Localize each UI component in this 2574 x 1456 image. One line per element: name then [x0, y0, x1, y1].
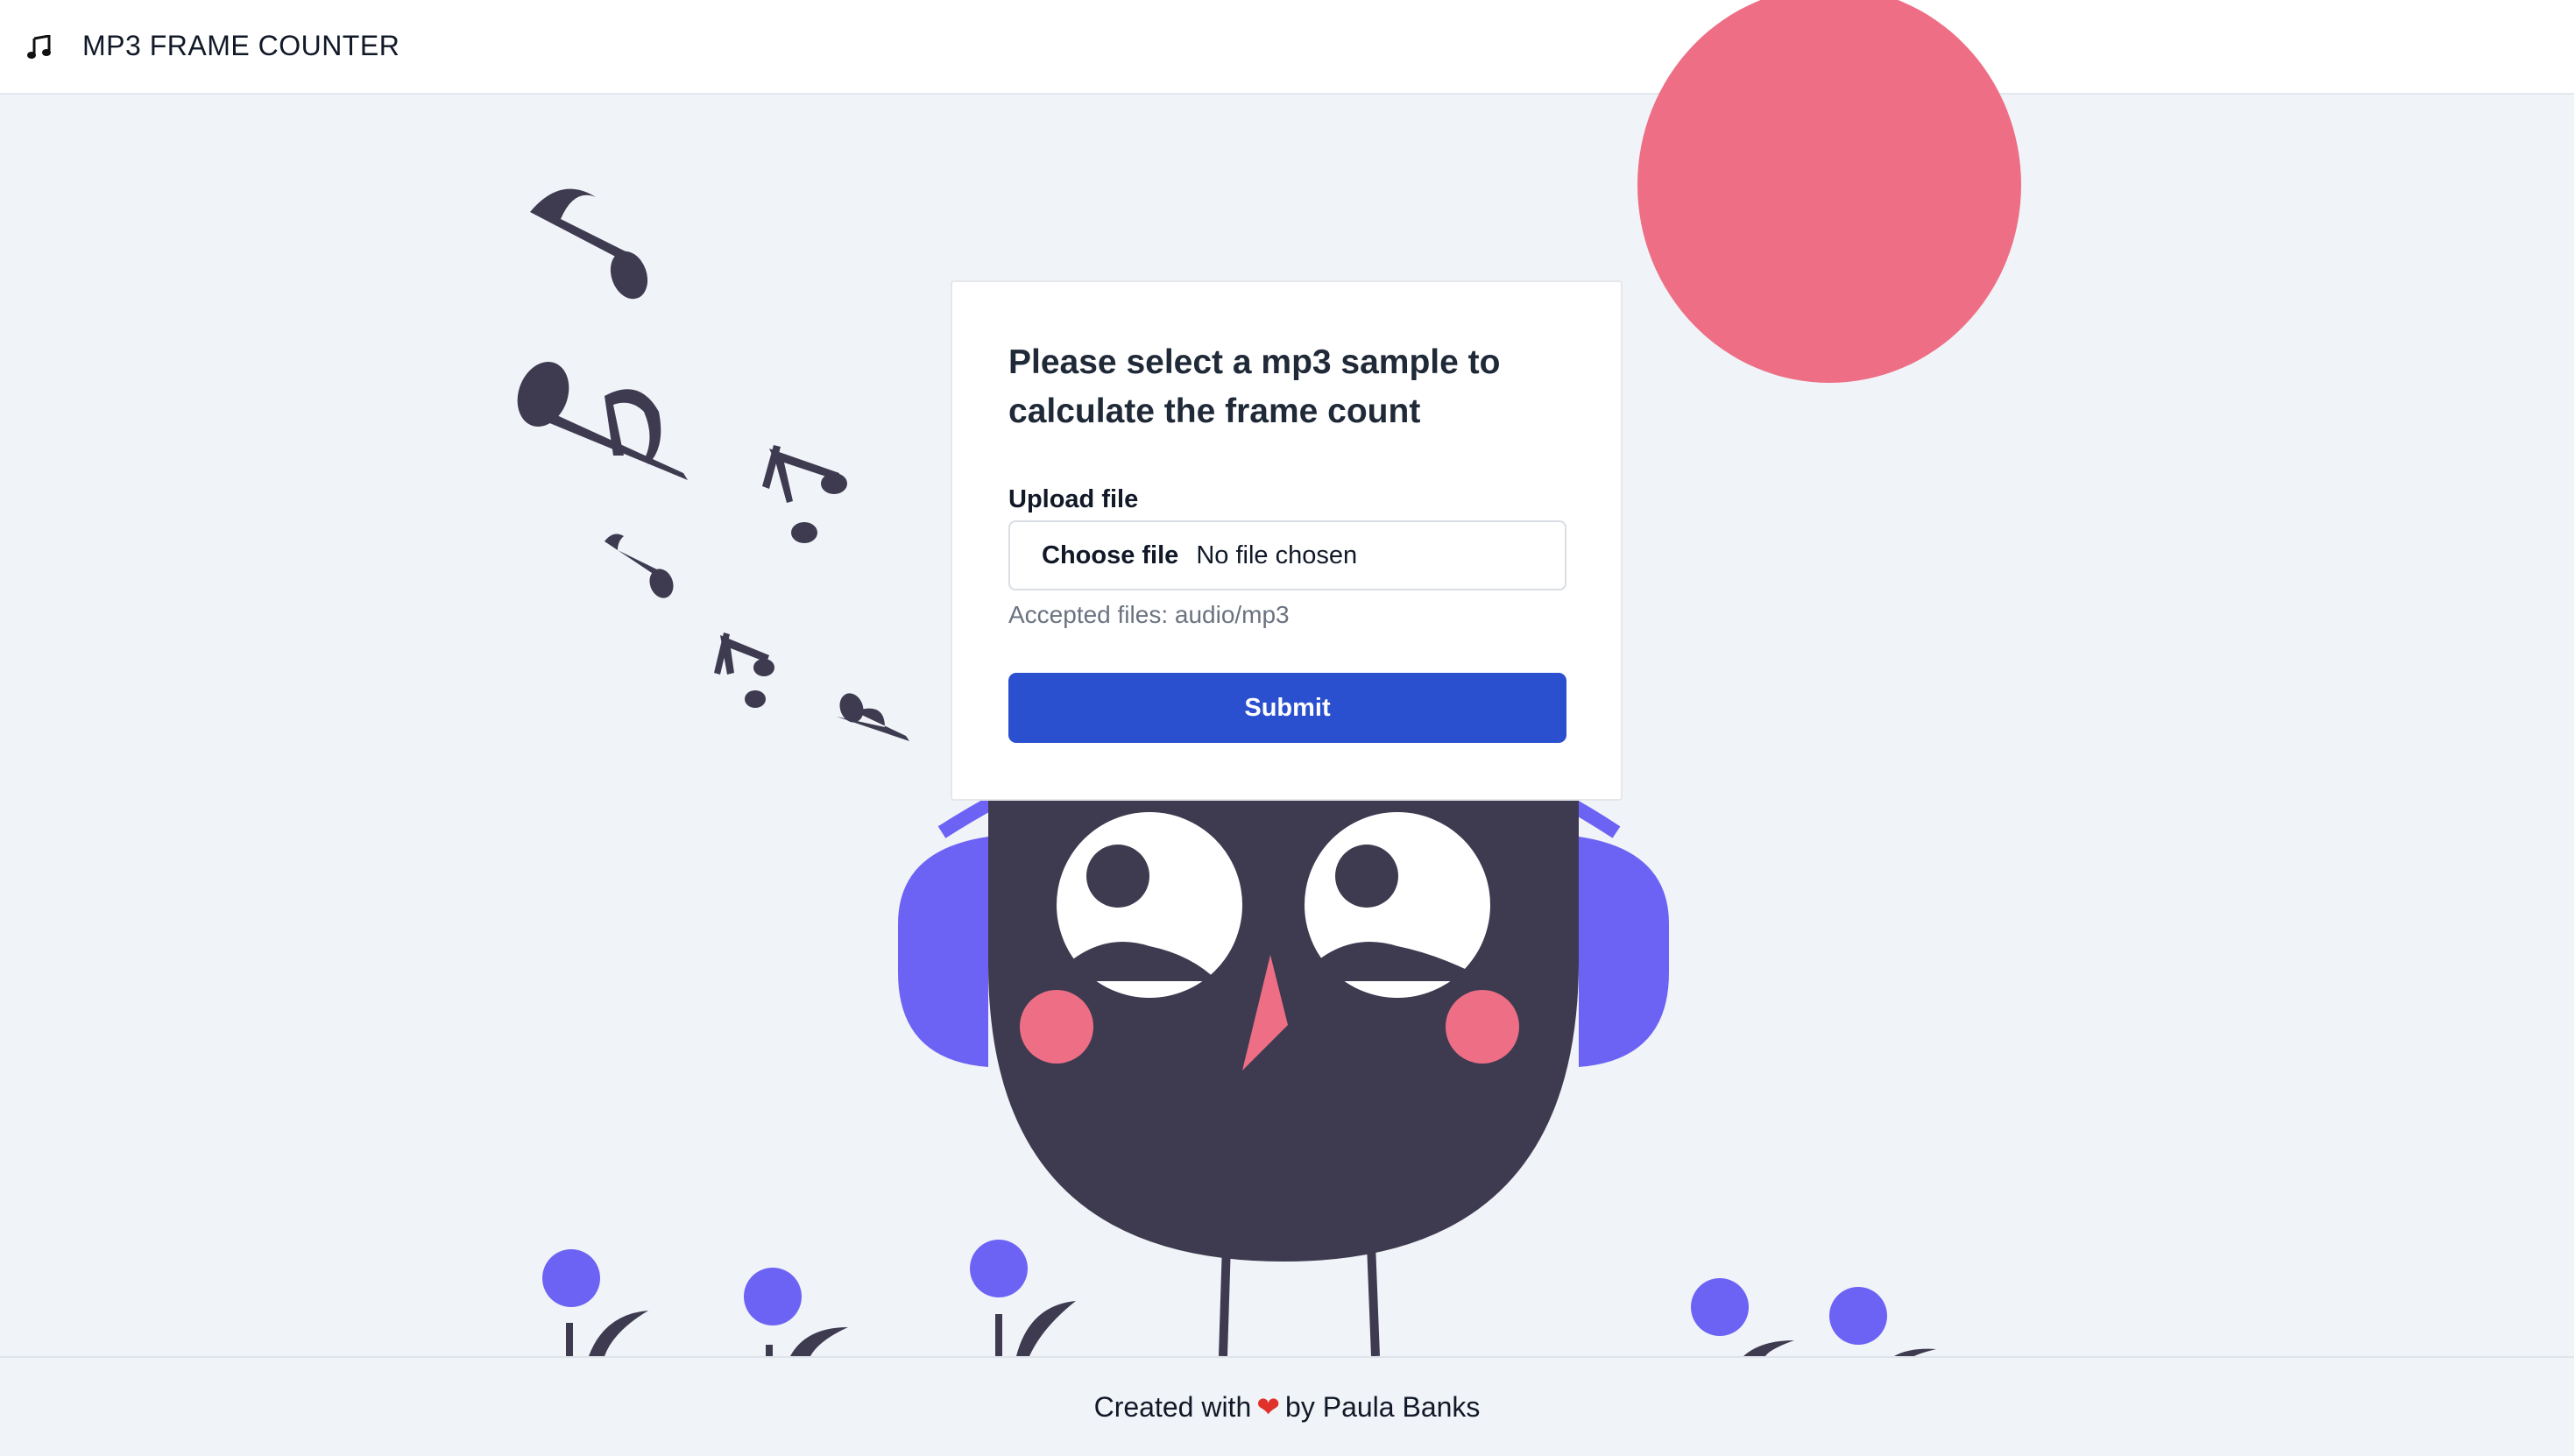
accepted-files-hint: Accepted files: audio/mp3 — [1008, 601, 1290, 628]
footer-author: by Paula Banks — [1285, 1390, 1481, 1423]
left-headphone-cup — [898, 837, 988, 1067]
form-title: Please select a mp3 sample to calculate … — [1008, 343, 1501, 430]
music-notes-decoration — [517, 188, 909, 741]
music-note-icon — [27, 35, 51, 59]
sun-decoration — [1637, 0, 2021, 383]
right-headphone-cup — [1579, 837, 1669, 1067]
footer: Created with ❤ by Paula Banks — [0, 1356, 2574, 1456]
upload-form-card: Please select a mp3 sample to calculate … — [951, 280, 1623, 801]
submit-button[interactable]: Submit — [1008, 673, 1566, 743]
file-status-text: No file chosen — [1196, 541, 1358, 569]
upload-file-label: Upload file — [1008, 485, 1139, 513]
top-navbar: MP3 FRAME COUNTER — [0, 0, 2574, 95]
footer-prefix: Created with — [1093, 1390, 1252, 1423]
app-title[interactable]: MP3 FRAME COUNTER — [82, 30, 400, 62]
choose-file-button[interactable]: Choose file — [1042, 541, 1178, 570]
file-input[interactable]: Choose file No file chosen — [1008, 520, 1566, 590]
heart-icon: ❤ — [1256, 1391, 1281, 1423]
